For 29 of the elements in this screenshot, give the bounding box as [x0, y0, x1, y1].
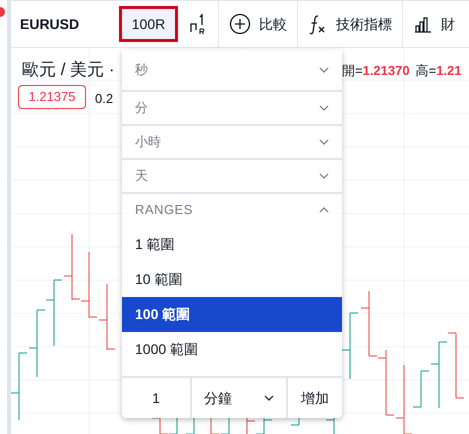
- symbol-label[interactable]: EURUSD: [11, 14, 119, 34]
- chevron-up-icon: [319, 207, 329, 213]
- chevron-down-icon: [319, 139, 329, 145]
- financials-button[interactable]: 財: [402, 0, 465, 48]
- menu-group-header[interactable]: 分: [122, 90, 342, 124]
- ohlc-value: 開=1.21370: [342, 62, 410, 80]
- symbol-title: 歐元 / 美元 ·: [22, 59, 115, 81]
- chevron-down-icon: [319, 173, 329, 179]
- chevron-down-icon: [264, 395, 274, 401]
- price-badge: 1.21375: [18, 85, 86, 109]
- unit-dropdown[interactable]: 分鐘: [192, 378, 288, 418]
- change-value: 0.2: [95, 90, 114, 108]
- compare-button[interactable]: 比較: [218, 0, 297, 48]
- menu-group-header[interactable]: 小時: [122, 124, 342, 158]
- ohlc-value: 高=1.21: [416, 62, 462, 80]
- chevron-down-icon: [319, 67, 329, 73]
- menu-group-header[interactable]: 秒: [122, 50, 342, 90]
- menu-item[interactable]: 10 範圍: [122, 262, 342, 297]
- add-circle-icon: [229, 13, 251, 35]
- indicators-button[interactable]: 技術指標: [297, 0, 402, 48]
- menu-item[interactable]: 1 範圍: [122, 227, 342, 262]
- menu-group-header[interactable]: 天: [122, 158, 342, 192]
- number-field[interactable]: 1: [122, 378, 192, 418]
- menu-item[interactable]: 100 範圍: [122, 297, 342, 332]
- menu-group-header[interactable]: RANGES: [122, 192, 342, 226]
- interval-button[interactable]: 100R: [119, 6, 178, 42]
- menu-item[interactable]: 1000 範圍: [122, 332, 342, 367]
- chevron-down-icon: [319, 105, 329, 111]
- add-button[interactable]: 增加: [288, 378, 342, 418]
